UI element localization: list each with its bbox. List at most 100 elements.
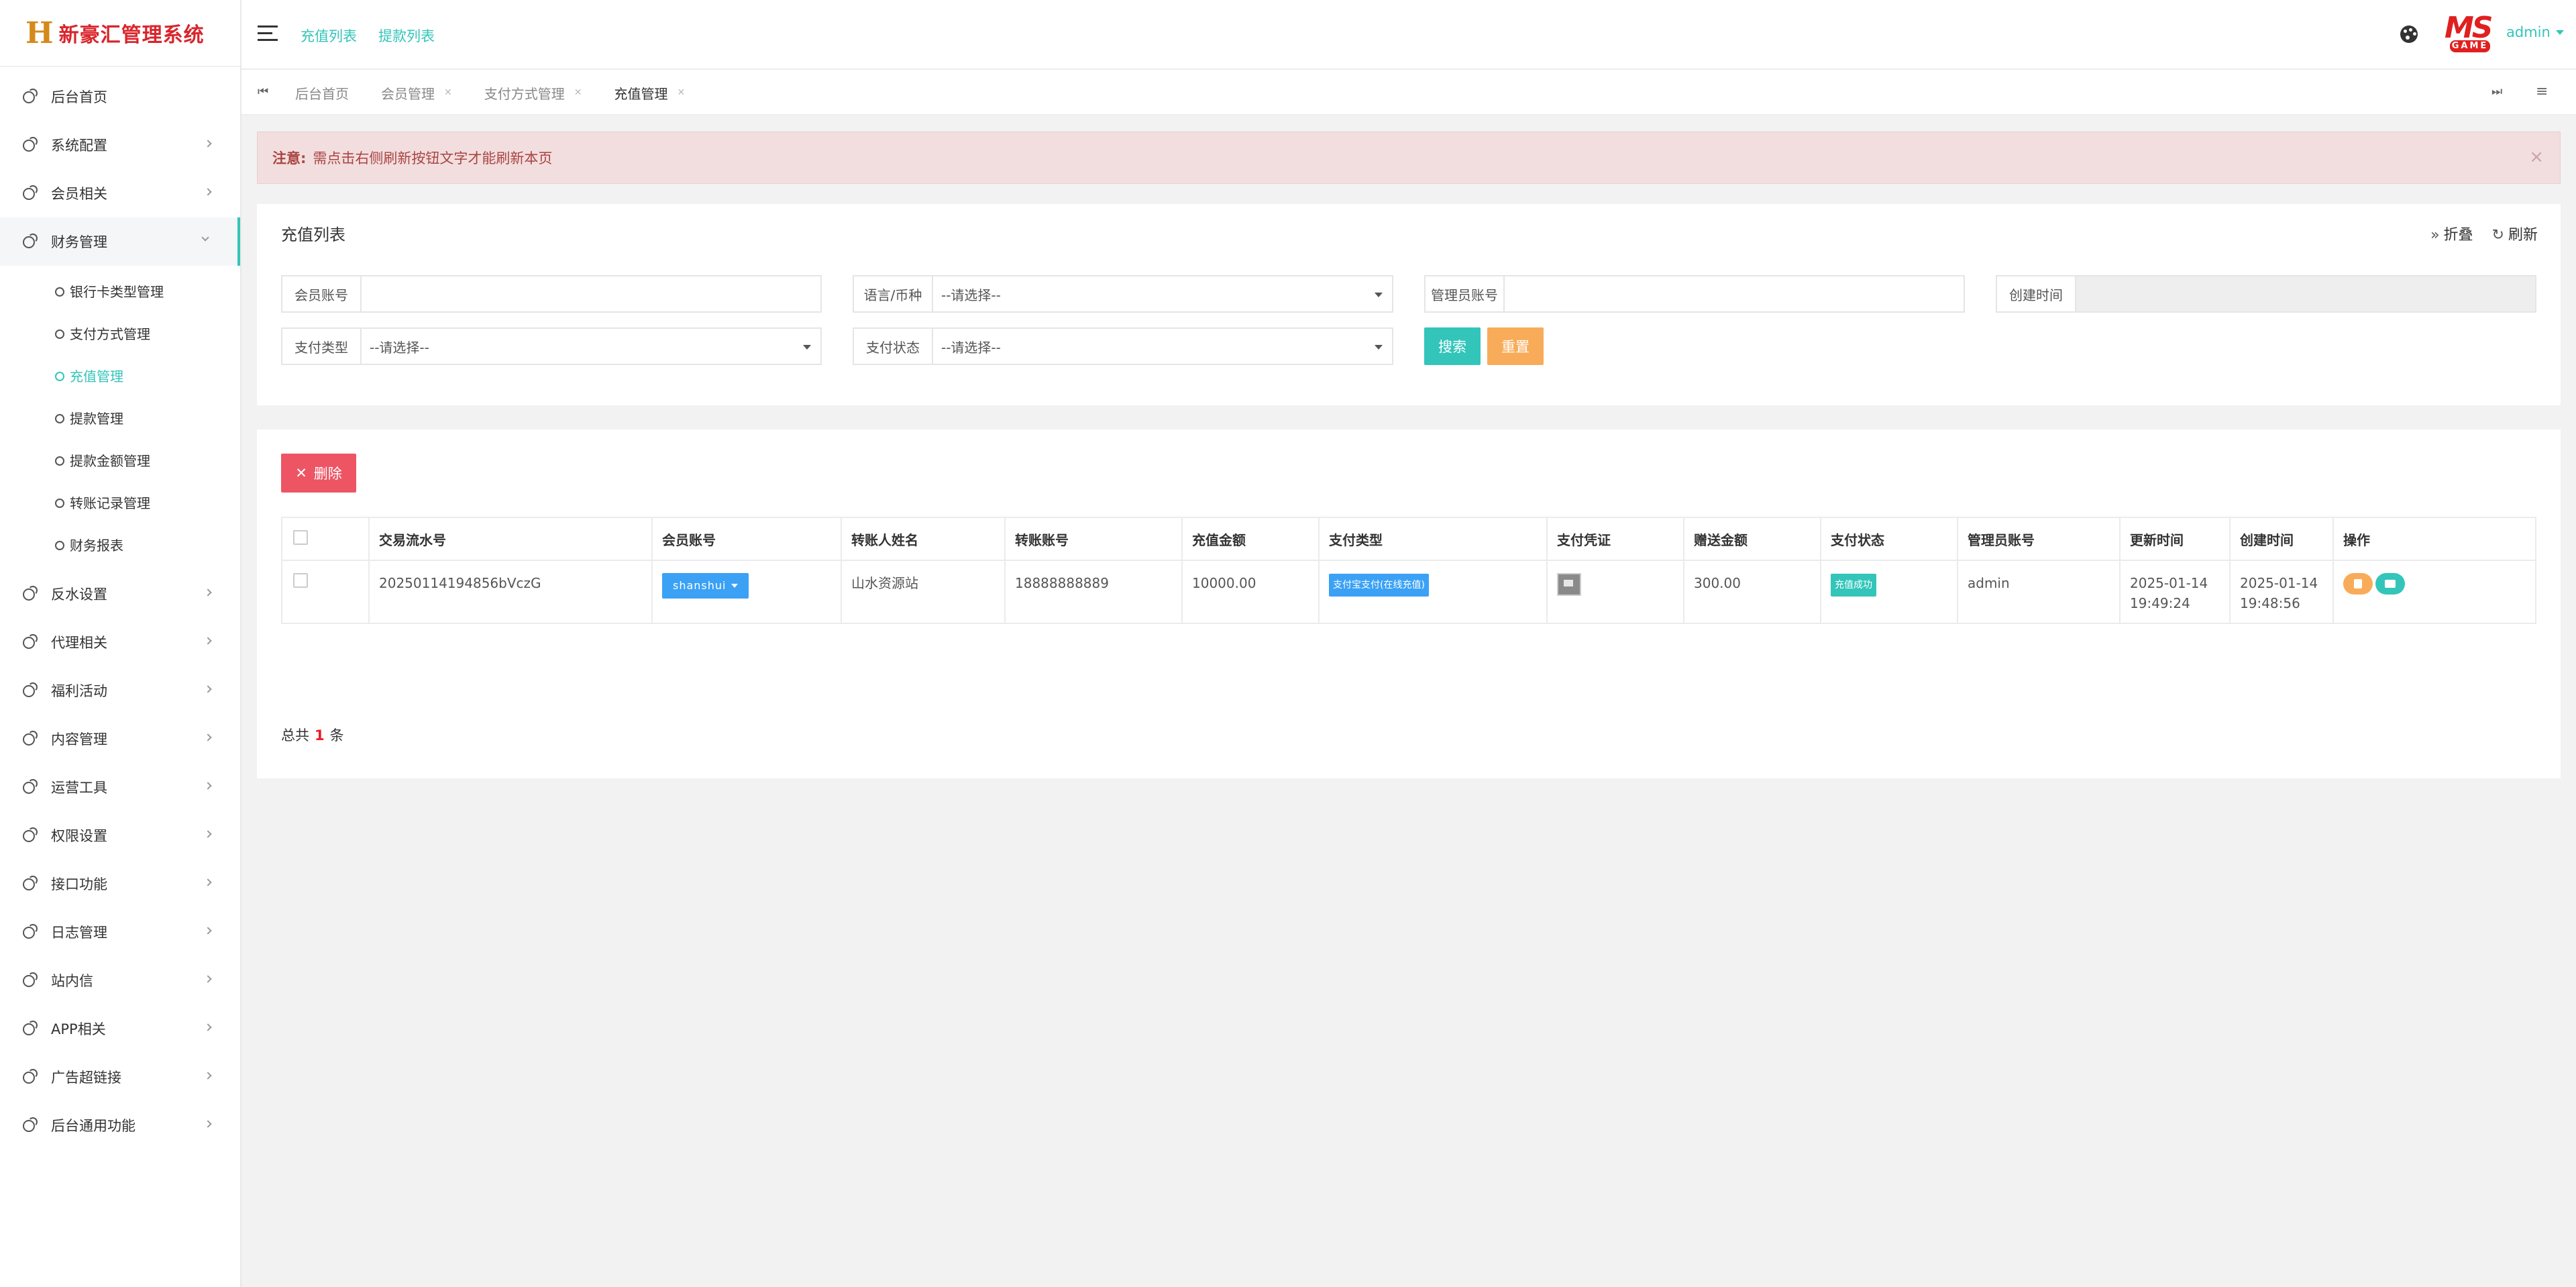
table-header-row: 交易流水号 会员账号 转账人姓名 转账账号 充值金额 支付类型 支付凭证 赠送金… — [281, 517, 2536, 561]
avatar[interactable]: MS GAME — [2442, 11, 2496, 54]
row-select-cell — [281, 560, 370, 624]
tab-home[interactable]: 后台首页 — [279, 83, 365, 103]
tab-close-icon[interactable]: ✕ — [444, 87, 452, 98]
sidebar-subitem-reports[interactable]: 财务报表 — [0, 523, 240, 566]
refresh-button[interactable]: ↻ 刷新 — [2492, 223, 2538, 244]
sidebar-item-ops-tools[interactable]: 运营工具 — [0, 763, 240, 811]
menu-icon — [20, 924, 40, 939]
created-time-input[interactable] — [2076, 276, 2535, 311]
pay-type-cell: 支付宝支付(在线充值) — [1318, 560, 1548, 624]
sidebar-subitem-label: 转账记录管理 — [70, 495, 150, 511]
chevron-down-icon — [201, 234, 209, 242]
sidebar-subitem-withdrawals[interactable]: 提款管理 — [0, 397, 240, 439]
sidebar-item-permissions[interactable]: 权限设置 — [0, 811, 240, 860]
menu-icon — [54, 370, 66, 382]
sidebar-subitem-recharge[interactable]: 充值管理 — [0, 354, 240, 397]
language-select[interactable]: --请选择-- — [933, 276, 1392, 311]
sidebar-item-system-config[interactable]: 系统配置 — [0, 121, 240, 169]
search-button[interactable]: 搜索 — [1424, 327, 1481, 365]
sidebar-item-label: 广告超链接 — [51, 1070, 121, 1086]
sidebar-subitem-payment-methods[interactable]: 支付方式管理 — [0, 312, 240, 354]
chevron-right-icon — [204, 1023, 212, 1031]
chevron-right-icon — [204, 733, 212, 741]
sidebar-subitem-transfers[interactable]: 转账记录管理 — [0, 481, 240, 523]
scroll-left-icon[interactable]: ⏮ — [258, 85, 268, 99]
select-value: --请选择-- — [941, 287, 1001, 303]
column-header[interactable]: 支付凭证 — [1546, 517, 1684, 561]
tab-recharge-management[interactable]: 充值管理 ✕ — [598, 83, 701, 103]
caret-down-icon — [803, 345, 811, 350]
menu-toggle-icon[interactable] — [258, 25, 278, 42]
total-number: 1 — [315, 727, 325, 743]
language-field: 语言/币种 --请选择-- — [853, 275, 1393, 313]
top-nav: 充值列表 提款列表 — [301, 25, 435, 46]
column-header[interactable]: 交易流水号 — [368, 517, 653, 561]
column-header[interactable]: 赠送金额 — [1683, 517, 1821, 561]
pay-status-select[interactable]: --请选择-- — [933, 329, 1392, 364]
column-header[interactable]: 充值金额 — [1181, 517, 1320, 561]
voucher-thumbnail[interactable] — [1557, 573, 1581, 596]
sidebar-item-messages[interactable]: 站内信 — [0, 956, 240, 1005]
chevron-right-icon — [204, 140, 212, 148]
sidebar-item-members[interactable]: 会员相关 — [0, 169, 240, 217]
member-dropdown-button[interactable]: shanshui — [662, 573, 749, 599]
sidebar-item-home[interactable]: 后台首页 — [0, 72, 240, 121]
menu-icon — [20, 137, 40, 152]
menu-icon — [20, 1069, 40, 1084]
top-header: 充值列表 提款列表 MS GAME admin — [241, 0, 2576, 70]
sidebar-item-label: 代理相关 — [51, 635, 107, 651]
sidebar-item-ad-links[interactable]: 广告超链接 — [0, 1053, 240, 1101]
panel-title: 充值列表 — [281, 225, 345, 244]
tab-close-icon[interactable]: ✕ — [574, 87, 582, 98]
menu-icon — [20, 972, 40, 987]
column-header[interactable]: 支付状态 — [1820, 517, 1958, 561]
palette-icon[interactable] — [2400, 25, 2418, 43]
sidebar-item-logs[interactable]: 日志管理 — [0, 908, 240, 956]
tab-close-icon[interactable]: ✕ — [677, 87, 685, 98]
sidebar-item-finance[interactable]: 财务管理 — [0, 217, 240, 266]
scroll-right-icon[interactable]: ⏭ — [2491, 85, 2502, 99]
member-account-field: 会员账号 — [281, 275, 822, 313]
row-checkbox[interactable] — [293, 573, 308, 588]
close-icon[interactable]: × — [2529, 147, 2544, 167]
logo[interactable]: H 新豪汇管理系统 — [0, 0, 240, 67]
member-account-input[interactable] — [370, 276, 820, 311]
collapse-button[interactable]: » 折叠 — [2430, 223, 2473, 244]
field-label: 支付状态 — [854, 329, 933, 364]
sidebar-item-common[interactable]: 后台通用功能 — [0, 1101, 240, 1149]
column-header[interactable]: 会员账号 — [651, 517, 842, 561]
top-link-recharge-list[interactable]: 充值列表 — [301, 25, 357, 46]
delete-button[interactable]: ✕ 删除 — [281, 454, 356, 493]
user-menu[interactable]: admin — [2506, 24, 2564, 40]
reset-button[interactable]: 重置 — [1487, 327, 1544, 365]
menu-icon — [20, 682, 40, 697]
column-header[interactable]: 转账账号 — [1004, 517, 1183, 561]
sidebar-item-agents[interactable]: 代理相关 — [0, 618, 240, 666]
column-header[interactable]: 更新时间 — [2119, 517, 2231, 561]
sidebar-item-api[interactable]: 接口功能 — [0, 860, 240, 908]
sidebar-subitem-bank-card-types[interactable]: 银行卡类型管理 — [0, 270, 240, 312]
select-all-checkbox[interactable] — [293, 529, 308, 545]
column-header[interactable]: 管理员账号 — [1957, 517, 2121, 561]
view-icon[interactable] — [2375, 573, 2405, 595]
admin-account-input[interactable] — [1513, 276, 1964, 311]
sidebar-item-app[interactable]: APP相关 — [0, 1005, 240, 1053]
sidebar-subitem-withdraw-amounts[interactable]: 提款金额管理 — [0, 439, 240, 481]
top-link-withdraw-list[interactable]: 提款列表 — [378, 25, 435, 46]
tabs-menu-icon[interactable]: ≡ — [2536, 83, 2548, 100]
sidebar-item-rebate[interactable]: 反水设置 — [0, 570, 240, 618]
column-header[interactable]: 转账人姓名 — [841, 517, 1006, 561]
sidebar-item-promotions[interactable]: 福利活动 — [0, 666, 240, 715]
tab-payment-methods[interactable]: 支付方式管理 ✕ — [468, 83, 598, 103]
edit-icon[interactable] — [2343, 573, 2373, 595]
tab-member-management[interactable]: 会员管理 ✕ — [365, 83, 468, 103]
pay-type-select[interactable]: --请选择-- — [362, 329, 820, 364]
tab-label: 支付方式管理 — [484, 85, 565, 102]
chevron-right-icon — [204, 588, 212, 597]
column-header[interactable]: 创建时间 — [2229, 517, 2334, 561]
sidebar-item-content[interactable]: 内容管理 — [0, 715, 240, 763]
sidebar-item-label: 后台通用功能 — [51, 1118, 136, 1134]
voucher-cell — [1546, 560, 1684, 624]
column-header[interactable]: 支付类型 — [1318, 517, 1548, 561]
pay-type-badge: 支付宝支付(在线充值) — [1329, 574, 1429, 597]
